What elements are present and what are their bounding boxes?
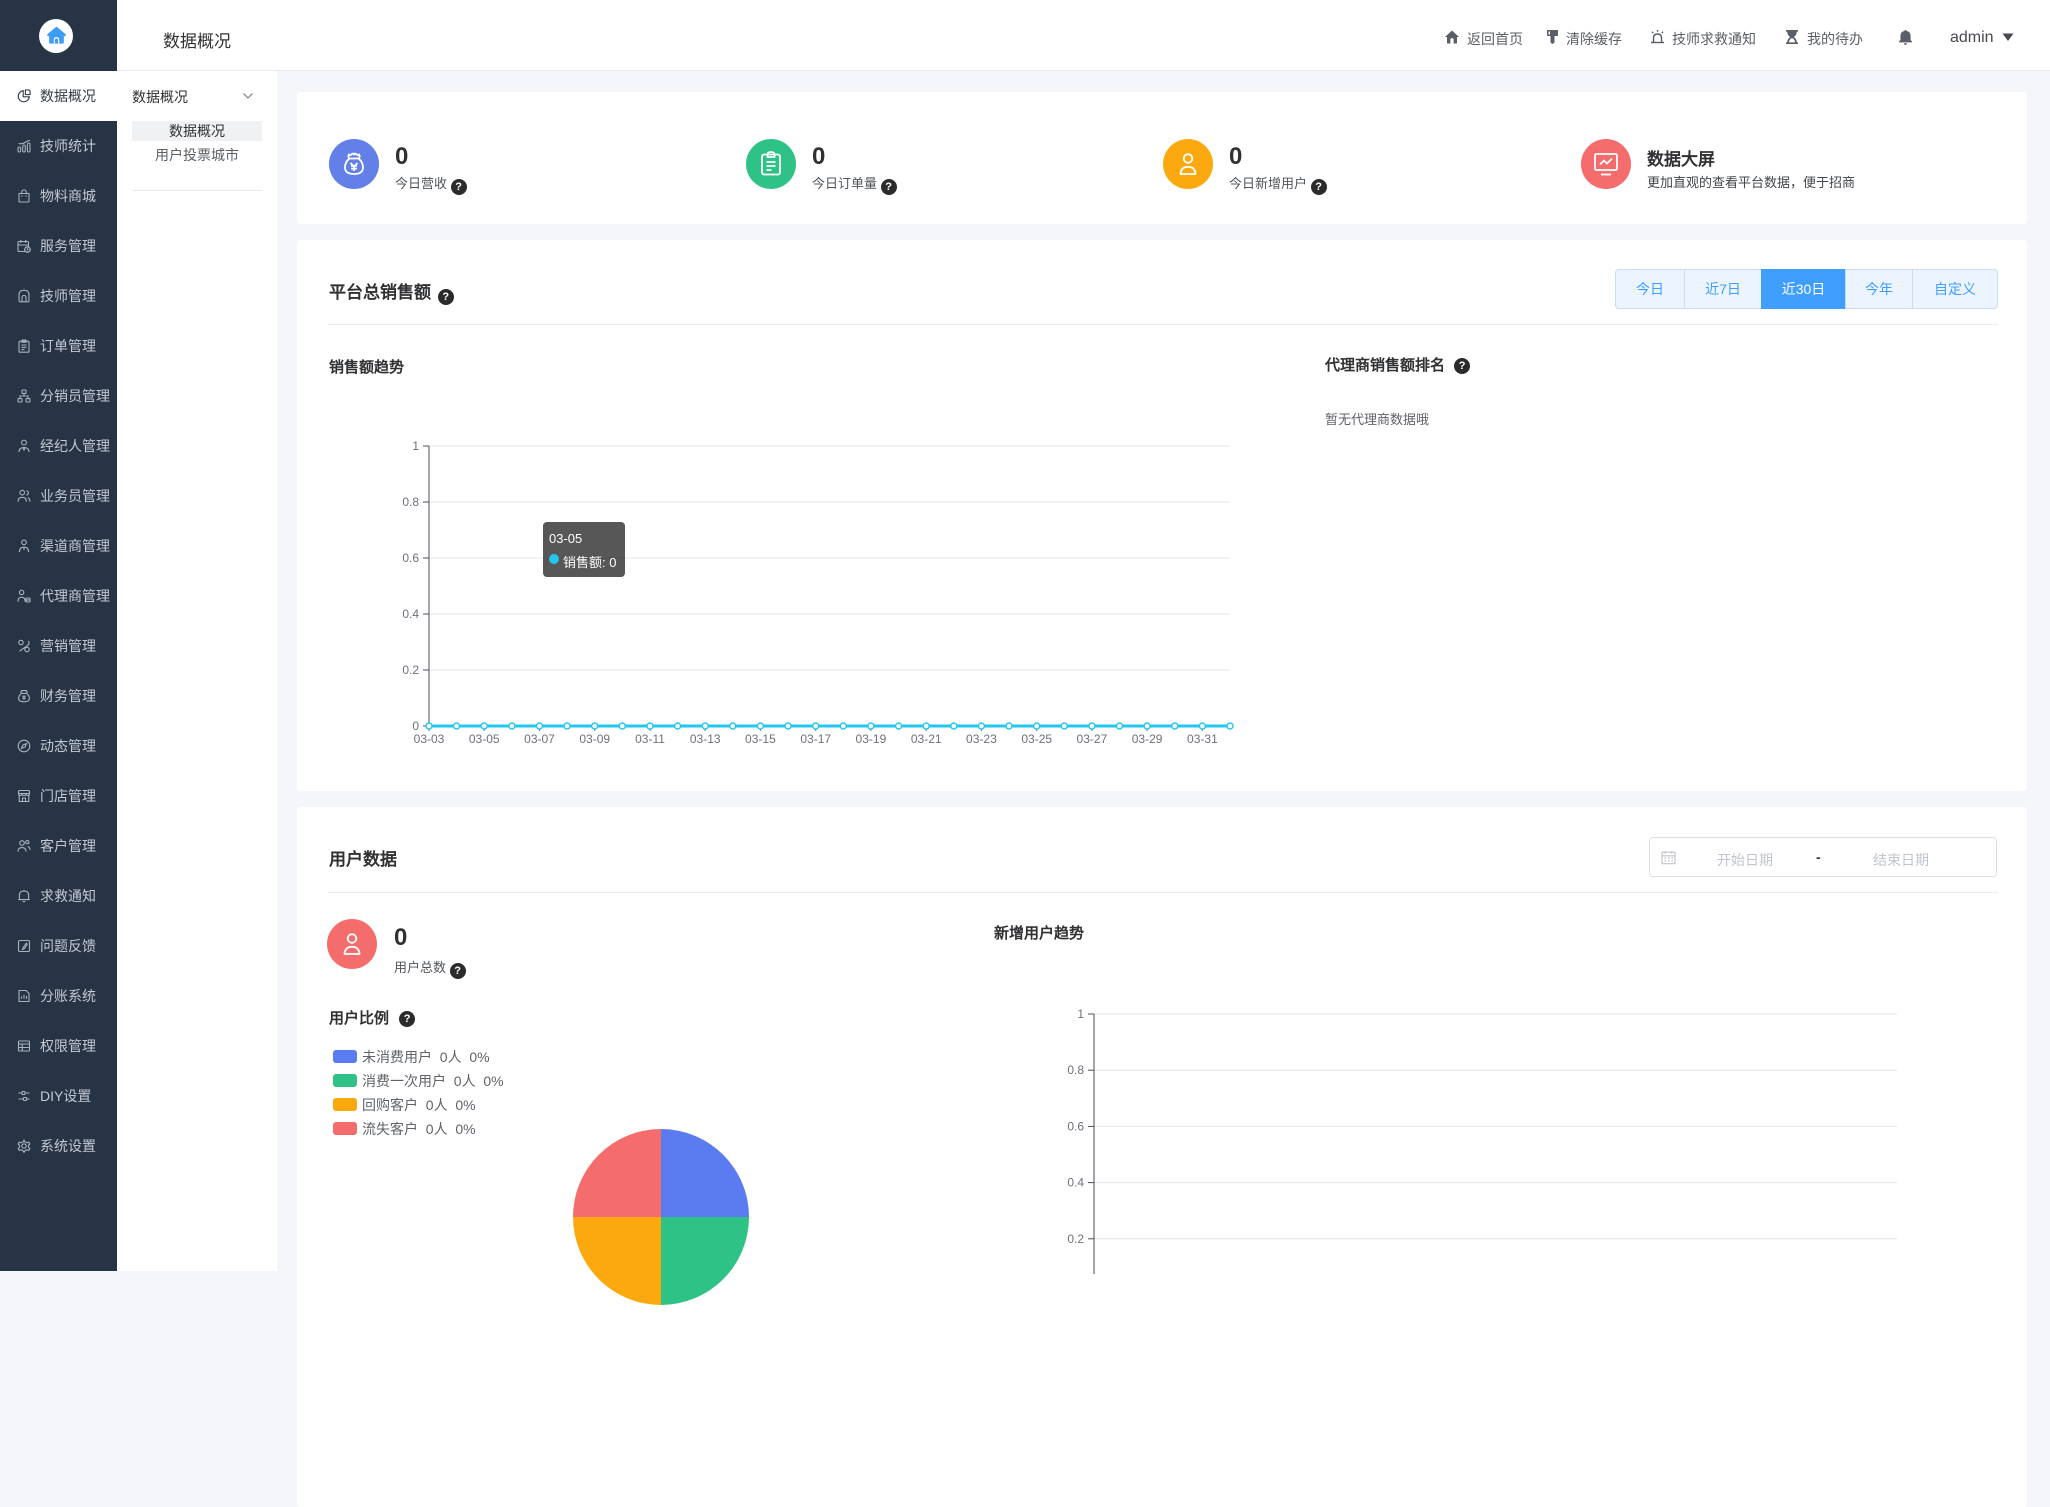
svg-text:03-31: 03-31 <box>1187 732 1218 746</box>
svg-text:03-25: 03-25 <box>1021 732 1052 746</box>
svg-text:03-27: 03-27 <box>1077 732 1108 746</box>
svg-text:03-23: 03-23 <box>966 732 997 746</box>
svg-text:03-05: 03-05 <box>469 732 500 746</box>
svg-text:03-19: 03-19 <box>856 732 887 746</box>
svg-text:0.2: 0.2 <box>402 663 419 677</box>
svg-text:03-13: 03-13 <box>690 732 721 746</box>
svg-text:0.6: 0.6 <box>1067 1119 1084 1133</box>
svg-text:0.8: 0.8 <box>1067 1063 1084 1077</box>
svg-text:1: 1 <box>412 439 419 453</box>
svg-text:03-21: 03-21 <box>911 732 942 746</box>
svg-text:03-11: 03-11 <box>635 732 665 746</box>
svg-text:1: 1 <box>1077 1007 1084 1021</box>
svg-text:03-17: 03-17 <box>800 732 831 746</box>
svg-text:0.8: 0.8 <box>402 495 419 509</box>
svg-text:03-07: 03-07 <box>524 732 555 746</box>
svg-text:0.6: 0.6 <box>402 551 419 565</box>
svg-text:03-15: 03-15 <box>745 732 776 746</box>
svg-text:0.4: 0.4 <box>1067 1176 1084 1190</box>
svg-text:0.4: 0.4 <box>402 607 419 621</box>
svg-text:0: 0 <box>412 719 419 733</box>
svg-text:03-09: 03-09 <box>579 732 610 746</box>
svg-text:03-29: 03-29 <box>1132 732 1163 746</box>
svg-text:0.2: 0.2 <box>1067 1232 1084 1246</box>
svg-text:03-03: 03-03 <box>414 732 445 746</box>
